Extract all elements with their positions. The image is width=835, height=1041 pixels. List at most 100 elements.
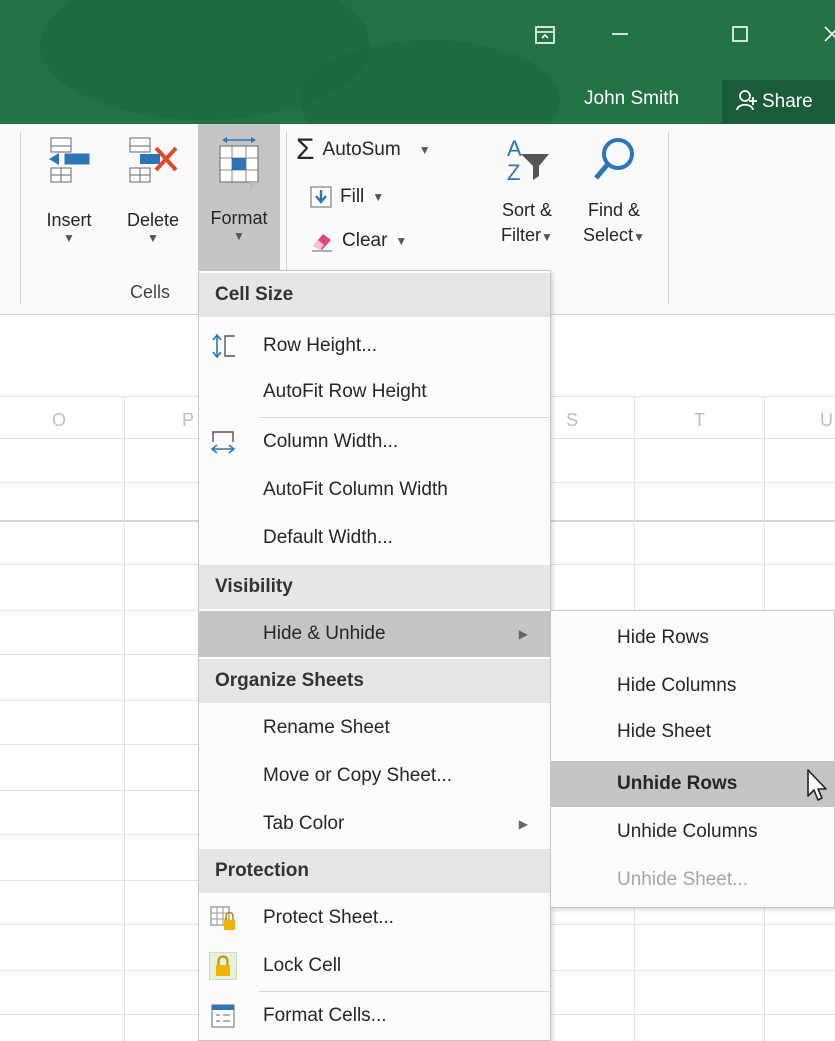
chevron-down-icon: ▼ [63, 231, 75, 245]
menu-item-row-height[interactable]: Row Height... [199, 323, 550, 369]
chevron-down-icon: ▼ [418, 143, 431, 157]
ribbon-display-icon[interactable] [525, 22, 565, 52]
format-cells-icon [219, 137, 259, 192]
delete-button[interactable]: Delete ▼ [118, 136, 188, 245]
share-label: Share [762, 91, 813, 112]
section-cell-size: Cell Size [199, 273, 550, 317]
move-copy-sheet-label: Move or Copy Sheet... [263, 765, 453, 786]
find-select-label-1: Find & [587, 200, 641, 220]
mouse-cursor-icon [807, 769, 827, 801]
menu-item-format-cells[interactable]: Format Cells... [199, 993, 550, 1039]
column-width-label: Column Width... [263, 431, 399, 452]
chevron-down-icon: ▼ [395, 234, 408, 248]
section-organize-sheets: Organize Sheets [199, 659, 550, 703]
hide-columns-label: Hide Columns [617, 675, 737, 696]
hide-sheet-label: Hide Sheet [617, 721, 712, 742]
column-header-o[interactable]: O [52, 410, 66, 431]
menu-item-unhide-rows[interactable]: Unhide Rows [551, 761, 835, 807]
column-header-t[interactable]: T [694, 410, 705, 431]
menu-item-hide-columns[interactable]: Hide Columns [551, 663, 835, 709]
menu-item-hide-sheet[interactable]: Hide Sheet [551, 709, 835, 755]
unhide-columns-label: Unhide Columns [617, 821, 758, 842]
svg-text:Z: Z [507, 160, 520, 185]
menu-item-protect-sheet[interactable]: Protect Sheet... [199, 895, 550, 941]
menu-item-unhide-columns[interactable]: Unhide Columns [551, 809, 835, 855]
hide-rows-label: Hide Rows [617, 627, 709, 648]
column-header-s[interactable]: S [566, 410, 578, 431]
user-name[interactable]: John Smith [584, 88, 679, 110]
chevron-down-icon: ▼ [233, 229, 245, 243]
unhide-rows-label: Unhide Rows [617, 773, 738, 794]
insert-button[interactable]: Insert ▼ [38, 136, 100, 245]
default-width-label: Default Width... [263, 527, 393, 548]
sort-filter-button[interactable]: A Z Sort & Filter▼ [490, 134, 564, 246]
minimize-icon[interactable] [600, 22, 640, 52]
autosum-button[interactable]: Σ AutoSum ▼ [296, 133, 431, 166]
menu-item-move-copy-sheet[interactable]: Move or Copy Sheet... [199, 753, 550, 799]
chevron-down-icon: ▼ [633, 230, 645, 244]
insert-label: Insert [46, 210, 92, 230]
lock-cell-label: Lock Cell [263, 955, 342, 976]
format-cells-label: Format Cells... [263, 1005, 387, 1026]
format-dropdown-menu: Cell Size Row Height... AutoFit Row Heig… [198, 270, 551, 1041]
menu-item-rename-sheet[interactable]: Rename Sheet [199, 705, 550, 751]
find-select-button[interactable]: Find & Select▼ [572, 134, 656, 246]
title-bar: John Smith Share [0, 0, 835, 124]
column-header-p[interactable]: P [182, 410, 194, 431]
menu-item-autofit-row-height[interactable]: AutoFit Row Height [199, 369, 550, 415]
format-cells-dialog-icon [211, 1004, 235, 1028]
protect-sheet-icon [210, 906, 235, 930]
svg-text:A: A [507, 136, 522, 161]
autofit-row-height-label: AutoFit Row Height [263, 381, 427, 402]
autosum-label: AutoSum [322, 139, 401, 160]
protect-sheet-label: Protect Sheet... [263, 907, 394, 928]
chevron-down-icon: ▼ [372, 190, 385, 204]
hide-unhide-submenu: Hide Rows Hide Columns Hide Sheet Unhide… [550, 610, 835, 908]
hide-unhide-label: Hide & Unhide [263, 623, 386, 644]
menu-item-autofit-column-width[interactable]: AutoFit Column Width [199, 467, 550, 513]
insert-cells-icon [49, 137, 90, 183]
eraser-icon [312, 234, 332, 252]
rename-sheet-label: Rename Sheet [263, 717, 390, 738]
column-header-u[interactable]: U [820, 410, 833, 431]
menu-item-tab-color[interactable]: Tab Color ▶ [199, 801, 550, 847]
fill-button[interactable]: Fill ▼ [310, 186, 384, 208]
clear-button[interactable]: Clear ▼ [310, 230, 407, 252]
close-icon[interactable] [812, 22, 835, 52]
menu-item-hide-unhide[interactable]: Hide & Unhide ▶ [199, 611, 550, 657]
chevron-down-icon: ▼ [541, 230, 553, 244]
autofit-column-width-label: AutoFit Column Width [263, 479, 448, 500]
row-height-icon [212, 333, 235, 359]
column-width-icon [210, 431, 236, 454]
section-visibility: Visibility [199, 565, 550, 609]
menu-item-hide-rows[interactable]: Hide Rows [551, 615, 835, 661]
share-button[interactable]: Share [722, 80, 835, 124]
cells-group-label: Cells [130, 282, 171, 302]
unhide-sheet-label: Unhide Sheet... [617, 869, 748, 890]
menu-item-default-width[interactable]: Default Width... [199, 515, 550, 561]
chevron-right-icon: ▶ [518, 817, 528, 831]
chevron-right-icon: ▶ [518, 627, 528, 641]
tab-color-label: Tab Color [263, 813, 345, 834]
clear-label: Clear [342, 230, 388, 251]
delete-label: Delete [126, 210, 180, 230]
section-protection: Protection [199, 849, 550, 893]
fill-label: Fill [340, 186, 365, 207]
format-button[interactable]: Format ▼ [198, 124, 280, 270]
search-icon [594, 138, 634, 180]
sort-filter-label-1: Sort & [501, 200, 553, 220]
menu-item-unhide-sheet: Unhide Sheet... [551, 857, 835, 903]
sort-filter-icon: A Z [507, 136, 549, 185]
delete-cells-icon [129, 137, 178, 183]
maximize-icon[interactable] [720, 22, 760, 52]
fill-down-icon [310, 186, 332, 208]
menu-item-lock-cell[interactable]: Lock Cell [199, 943, 550, 989]
find-select-label-2: Select [583, 225, 634, 245]
sigma-icon: Σ [296, 133, 315, 166]
person-add-icon [736, 90, 757, 111]
menu-item-column-width[interactable]: Column Width... [199, 419, 550, 465]
row-height-label: Row Height... [263, 335, 378, 356]
chevron-down-icon: ▼ [147, 231, 159, 245]
lock-icon [209, 952, 237, 980]
format-label: Format [210, 208, 268, 228]
